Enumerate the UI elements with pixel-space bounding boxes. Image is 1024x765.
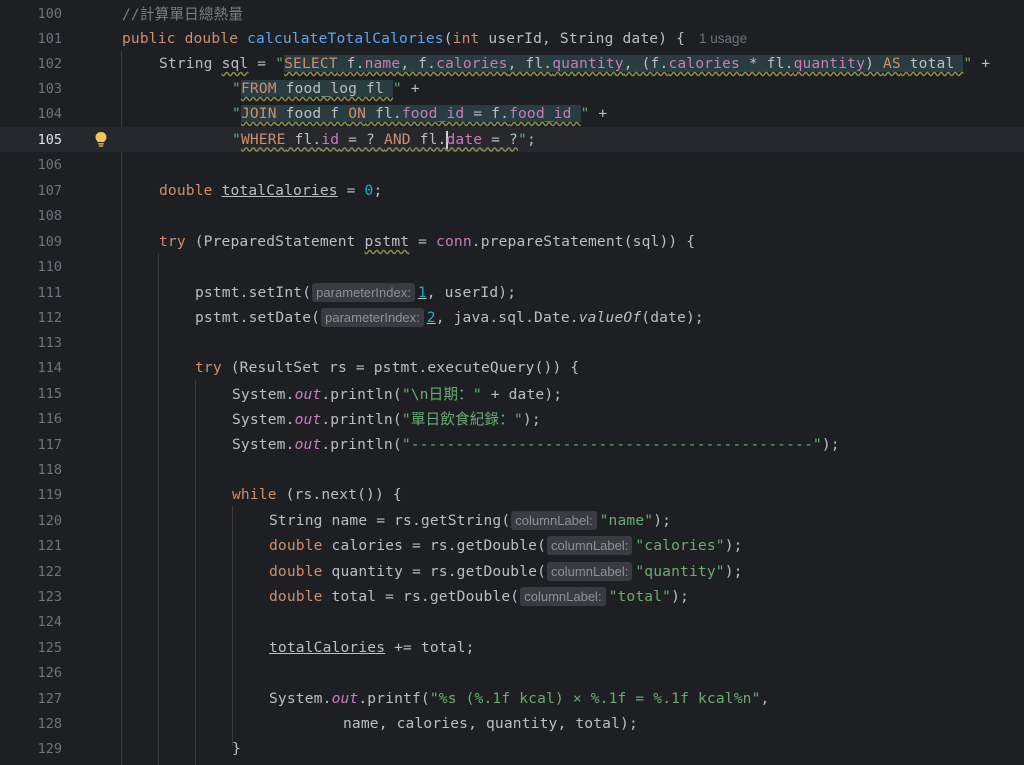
code-text: while (rs.next()) {: [232, 486, 402, 504]
lightbulb-icon[interactable]: [94, 131, 108, 148]
line-number: 118: [37, 461, 62, 478]
line-number: 101: [37, 30, 62, 47]
parameter-hint: parameterIndex:: [321, 308, 424, 328]
code-line[interactable]: 103 "FROM food_log fl " +: [0, 76, 1024, 101]
line-number: 121: [37, 537, 62, 554]
code-line[interactable]: 119 while (rs.next()) {: [0, 482, 1024, 507]
line-number: 110: [37, 258, 62, 275]
keyword: int: [452, 30, 480, 48]
code-text: "FROM food_log fl " +: [232, 80, 420, 98]
code-text: "WHERE fl.id = ? AND fl.date = ?";: [232, 130, 536, 149]
code-line[interactable]: 121 double calories = rs.getDouble(colum…: [0, 533, 1024, 558]
line-number: 111: [37, 284, 62, 301]
method-name: calculateTotalCalories: [247, 30, 444, 48]
line-number: 113: [37, 334, 62, 351]
code-line[interactable]: 107 double totalCalories = 0;: [0, 178, 1024, 203]
code-text: public double calculateTotalCalories(int…: [122, 30, 748, 48]
keyword: public: [122, 30, 176, 48]
keyword: double: [184, 30, 239, 48]
code-line[interactable]: 122 double quantity = rs.getDouble(colum…: [0, 559, 1024, 584]
code-line[interactable]: 126: [0, 660, 1024, 685]
code-text: try (PreparedStatement pstmt = conn.prep…: [159, 233, 696, 251]
line-number: 129: [37, 740, 62, 757]
line-number: 122: [37, 563, 62, 580]
parameter-hint: columnLabel:: [547, 536, 633, 556]
line-number: 104: [37, 105, 62, 122]
line-number: 114: [37, 359, 62, 376]
code-text: double quantity = rs.getDouble(columnLab…: [269, 562, 743, 582]
line-number: 120: [37, 512, 62, 529]
code-line[interactable]: 108: [0, 203, 1024, 228]
code-text: try (ResultSet rs = pstmt.executeQuery()…: [195, 359, 580, 377]
code-text: String name = rs.getString(columnLabel: "…: [269, 511, 672, 531]
code-text: totalCalories += total;: [269, 639, 475, 657]
code-text: System.out.println("\n日期：" + date);: [232, 386, 563, 404]
code-line[interactable]: 104 "JOIN food f ON fl.food_id = f.food_…: [0, 101, 1024, 126]
line-number: 105: [37, 131, 62, 148]
parameter-hint: parameterIndex:: [312, 283, 415, 303]
code-line[interactable]: 128 name, calories, quantity, total);: [0, 711, 1024, 736]
code-line[interactable]: 102 String sql = "SELECT f.name, f.calor…: [0, 51, 1024, 76]
code-line[interactable]: 111 pstmt.setInt(parameterIndex: 1, userI…: [0, 280, 1024, 305]
line-number: 112: [37, 309, 62, 326]
code-line[interactable]: 127 System.out.printf("%s (%.1f kcal) × …: [0, 686, 1024, 711]
line-number: 126: [37, 664, 62, 681]
line-number: 115: [37, 385, 62, 402]
code-editor[interactable]: 100 //計算單日總熱量 101 public double calculat…: [0, 0, 1024, 765]
code-text: //計算單日總熱量: [122, 3, 243, 24]
line-number: 109: [37, 233, 62, 250]
code-text: String sql = "SELECT f.name, f.calories,…: [159, 55, 991, 73]
code-line[interactable]: 116 System.out.println("單日飲食紀錄：");: [0, 406, 1024, 431]
code-text: double total = rs.getDouble(columnLabel:…: [269, 587, 689, 607]
line-number: 117: [37, 436, 62, 453]
line-number: 119: [37, 486, 62, 503]
code-text: name, calories, quantity, total);: [343, 715, 638, 733]
line-number: 124: [37, 613, 62, 630]
line-number: 102: [37, 55, 62, 72]
usage-count-hint[interactable]: 1 usage: [699, 31, 747, 46]
code-line[interactable]: 124: [0, 609, 1024, 634]
code-line[interactable]: 114 try (ResultSet rs = pstmt.executeQue…: [0, 355, 1024, 380]
code-line[interactable]: 115 System.out.println("\n日期：" + date);: [0, 381, 1024, 406]
code-line[interactable]: 120 String name = rs.getString(columnLab…: [0, 508, 1024, 533]
line-number: 103: [37, 80, 62, 97]
line-number: 100: [37, 5, 62, 22]
parameter-hint: columnLabel:: [547, 562, 633, 582]
code-line[interactable]: 112 pstmt.setDate(parameterIndex: 2, java…: [0, 305, 1024, 330]
line-number: 128: [37, 715, 62, 732]
code-line[interactable]: 125 totalCalories += total;: [0, 635, 1024, 660]
code-text: "JOIN food f ON fl.food_id = f.food_id "…: [232, 105, 608, 123]
code-text: System.out.println("單日飲食紀錄：");: [232, 411, 541, 429]
line-number: 116: [37, 410, 62, 427]
code-text: System.out.println("--------------------…: [232, 436, 840, 454]
code-line[interactable]: 110: [0, 254, 1024, 279]
code-line[interactable]: 118: [0, 457, 1024, 482]
code-text: pstmt.setInt(parameterIndex: 1, userId);: [195, 283, 517, 303]
code-text: double calories = rs.getDouble(columnLab…: [269, 536, 743, 556]
code-line[interactable]: 101 public double calculateTotalCalories…: [0, 26, 1024, 51]
code-line[interactable]: 109 try (PreparedStatement pstmt = conn.…: [0, 229, 1024, 254]
code-line[interactable]: 117 System.out.println("----------------…: [0, 432, 1024, 457]
parameter-hint: columnLabel:: [520, 587, 606, 607]
line-number: 125: [37, 639, 62, 656]
code-text: pstmt.setDate(parameterIndex: 2, java.sql…: [195, 308, 704, 328]
comment: //計算單日總熱量: [122, 6, 244, 24]
code-text: double totalCalories = 0;: [159, 182, 383, 200]
code-text: System.out.printf("%s (%.1f kcal) × %.1f…: [269, 690, 770, 708]
code-line[interactable]: 100 //計算單日總熱量: [0, 1, 1024, 26]
line-number: 106: [37, 156, 62, 173]
line-number: 107: [37, 182, 62, 199]
line-number: 108: [37, 207, 62, 224]
code-text: }: [232, 740, 241, 758]
code-line[interactable]: 123 double total = rs.getDouble(columnLa…: [0, 584, 1024, 609]
line-number: 123: [37, 588, 62, 605]
code-line[interactable]: 106: [0, 152, 1024, 177]
code-line[interactable]: 129 }: [0, 736, 1024, 761]
line-number: 127: [37, 690, 62, 707]
code-line-current[interactable]: 105 "WHERE fl.id = ? AND fl.date = ?";: [0, 127, 1024, 153]
parameter-hint: columnLabel:: [511, 511, 597, 531]
code-line[interactable]: 113: [0, 330, 1024, 355]
